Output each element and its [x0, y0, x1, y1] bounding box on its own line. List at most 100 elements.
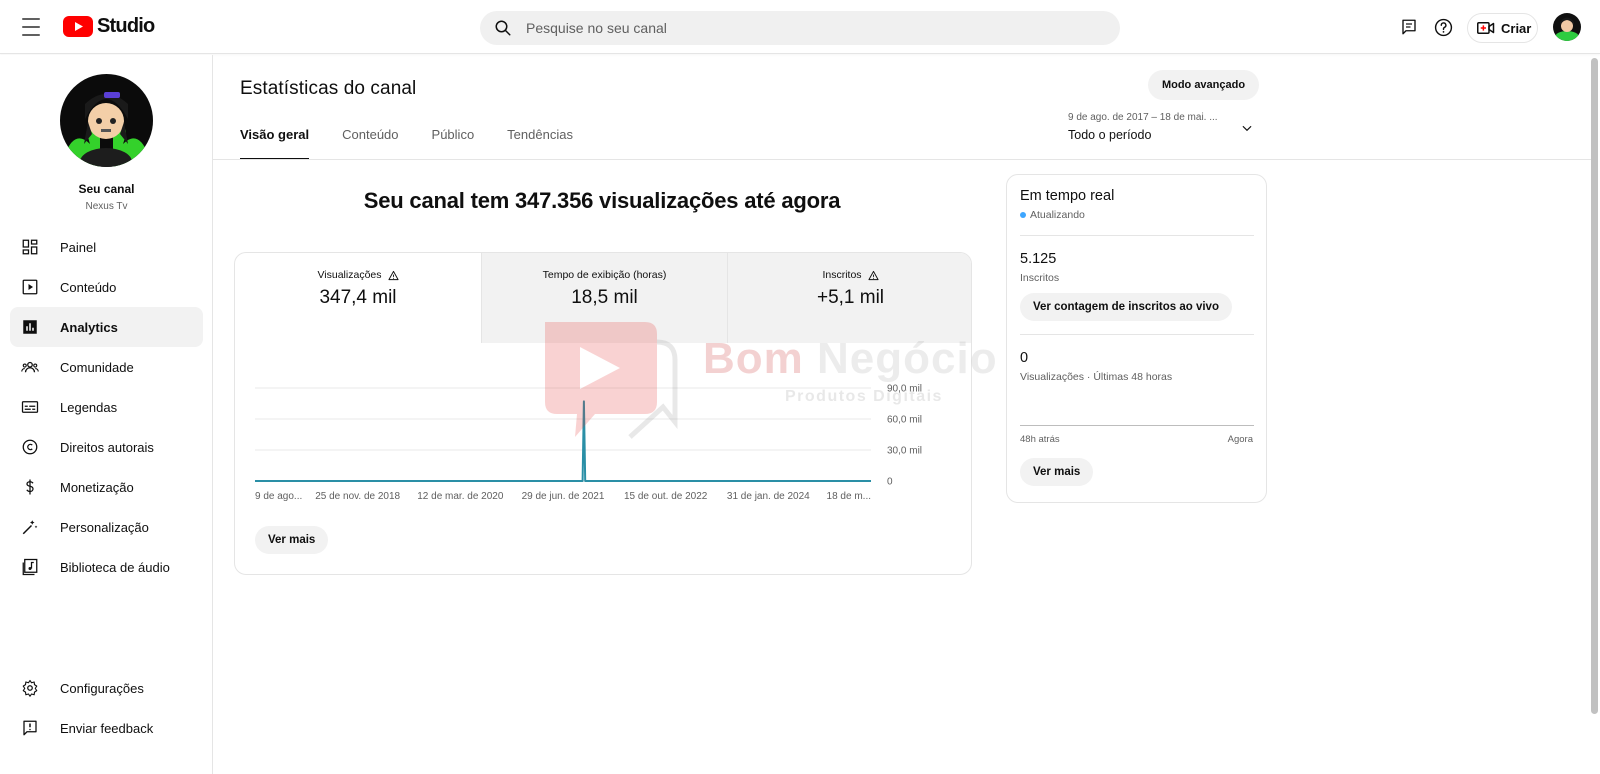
analytics-tabs: Visão geral Conteúdo Público Tendências	[240, 120, 606, 160]
y-tick-label: 30,0 mil	[887, 446, 922, 457]
tab-tendencias[interactable]: Tendências	[507, 120, 573, 160]
realtime-status: Atualizando	[1020, 209, 1085, 221]
x-tick-label: 12 de mar. de 2020	[417, 491, 504, 502]
x-tick-label: 18 de m...	[827, 491, 871, 502]
realtime-divider	[1020, 334, 1254, 335]
search-bar[interactable]	[480, 11, 1120, 45]
sidebar-item-label: Painel	[60, 239, 97, 255]
sidebar-item-label: Legendas	[60, 399, 118, 415]
tab-publico[interactable]: Público	[432, 120, 475, 160]
views-chart-area: 0 30,0 mil 60,0 mil 90,0 mil 9 de ago... 25 d…	[235, 343, 972, 513]
metric-value: 347,4 mil	[319, 287, 397, 308]
channel-name: Nexus Tv	[85, 201, 128, 212]
metric-label: Visualizações	[317, 269, 382, 281]
sidebar-item-label: Analytics	[60, 319, 118, 335]
page-scrollbar[interactable]	[1591, 58, 1598, 714]
feedback-icon[interactable]	[1397, 15, 1421, 39]
sidebar-item-label: Conteúdo	[60, 279, 117, 295]
sidebar-item-painel[interactable]: Painel	[10, 227, 203, 267]
realtime-see-more-button[interactable]: Ver mais	[1020, 458, 1094, 486]
subtitles-icon	[20, 397, 40, 417]
tab-conteudo[interactable]: Conteúdo	[342, 120, 398, 160]
metric-value: 18,5 mil	[571, 287, 638, 308]
sidebar-bottom-nav: Configurações Enviar feedback	[10, 668, 203, 748]
logo-text: Studio	[97, 15, 155, 37]
realtime-subscribers-label: Inscritos	[1020, 272, 1060, 284]
realtime-views-label: Visualizações · Últimas 48 horas	[1020, 371, 1173, 383]
sidebar-nav: Painel Conteúdo Analytics Comunidade Leg…	[10, 227, 203, 587]
sidebar-item-monetizacao[interactable]: Monetização	[10, 467, 203, 507]
metric-label-wrap: Inscritos	[728, 269, 971, 281]
sidebar-item-comunidade[interactable]: Comunidade	[10, 347, 203, 387]
sidebar-item-personalizacao[interactable]: Personalização	[10, 507, 203, 547]
chevron-down-icon	[1242, 125, 1252, 132]
metric-label: Inscritos	[822, 269, 862, 281]
page-title: Estatísticas do canal	[240, 78, 417, 99]
realtime-divider	[1020, 235, 1254, 236]
metric-tab-watch-time[interactable]: Tempo de exibição (horas) 18,5 mil	[481, 253, 727, 343]
create-button-label: Criar	[1501, 20, 1532, 36]
metric-tab-views[interactable]: Visualizações 347,4 mil	[235, 253, 481, 343]
sidebar-item-analytics[interactable]: Analytics	[10, 307, 203, 347]
sidebar-item-label: Configurações	[60, 680, 144, 696]
help-icon[interactable]	[1431, 15, 1455, 39]
sidebar-item-direitos-autorais[interactable]: Direitos autorais	[10, 427, 203, 467]
settings-icon	[20, 678, 40, 698]
dashboard-icon	[20, 237, 40, 257]
search-icon[interactable]	[494, 19, 512, 37]
advanced-mode-button[interactable]: Modo avançado	[1148, 70, 1259, 100]
sidebar-item-enviar-feedback[interactable]: Enviar feedback	[10, 708, 203, 748]
metric-tab-subscribers[interactable]: Inscritos +5,1 mil	[727, 253, 971, 343]
account-avatar[interactable]	[1553, 13, 1581, 41]
sidebar-item-label: Enviar feedback	[60, 720, 154, 736]
x-tick-label: 9 de ago...	[255, 491, 302, 502]
y-tick-label: 0	[887, 477, 893, 488]
metric-label-wrap: Tempo de exibição (horas)	[482, 269, 727, 281]
realtime-axis-start: 48h atrás	[1020, 434, 1060, 445]
views-headline: Seu canal tem 347.356 visualizações até …	[363, 188, 841, 213]
analytics-icon	[20, 317, 40, 337]
date-range-text: 9 de ago. de 2017 – 18 de mai. ...	[1068, 112, 1218, 123]
create-video-icon	[1477, 22, 1495, 34]
sidebar-item-label: Monetização	[60, 479, 134, 495]
realtime-chart-axis	[1020, 425, 1254, 426]
sidebar-item-label: Personalização	[60, 519, 149, 535]
sidebar-item-configuracoes[interactable]: Configurações	[10, 668, 203, 708]
sidebar-item-label: Biblioteca de áudio	[60, 559, 170, 575]
date-range-selector[interactable]: 9 de ago. de 2017 – 18 de mai. ... Todo …	[1068, 112, 1268, 142]
sidebar-item-label: Comunidade	[60, 359, 134, 375]
sidebar-item-legendas[interactable]: Legendas	[10, 387, 203, 427]
live-subscriber-count-button[interactable]: Ver contagem de inscritos ao vivo	[1020, 293, 1232, 321]
views-line-chart[interactable]: 0 30,0 mil 60,0 mil 90,0 mil 9 de ago... 25 d…	[235, 343, 972, 513]
x-tick-label: 25 de nov. de 2018	[315, 491, 400, 502]
youtube-studio-logo[interactable]: Studio	[63, 15, 155, 38]
copyright-icon	[20, 437, 40, 457]
content-icon	[20, 277, 40, 297]
realtime-subscribers-value: 5.125	[1020, 251, 1057, 267]
community-icon	[20, 357, 40, 377]
audio-library-icon	[20, 557, 40, 577]
sidebar-item-biblioteca-de-audio[interactable]: Biblioteca de áudio	[10, 547, 203, 587]
sidebar-item-label: Direitos autorais	[60, 439, 154, 455]
create-button[interactable]: Criar	[1467, 13, 1538, 43]
realtime-views-value: 0	[1020, 350, 1029, 366]
monetization-icon	[20, 477, 40, 497]
sidebar-item-conteudo[interactable]: Conteúdo	[10, 267, 203, 307]
live-dot-icon	[1020, 212, 1026, 218]
customization-icon	[20, 517, 40, 537]
warning-icon[interactable]	[387, 270, 399, 281]
warning-icon[interactable]	[868, 270, 879, 281]
header-divider	[213, 159, 1592, 160]
overview-card: Visualizações 347,4 mil Tempo de exibiçã…	[234, 252, 972, 575]
y-tick-label: 90,0 mil	[887, 384, 922, 395]
metric-value: +5,1 mil	[816, 287, 885, 308]
channel-avatar[interactable]	[60, 74, 153, 167]
menu-icon[interactable]	[19, 17, 43, 37]
realtime-axis-end: Agora	[1227, 434, 1253, 445]
search-input[interactable]	[526, 20, 1086, 36]
date-period-label: Todo o período	[1068, 128, 1152, 142]
x-tick-label: 29 de jun. de 2021	[522, 491, 605, 502]
see-more-button[interactable]: Ver mais	[255, 526, 329, 554]
metric-tabs: Visualizações 347,4 mil Tempo de exibiçã…	[235, 253, 971, 343]
tab-visao-geral[interactable]: Visão geral	[240, 120, 310, 160]
